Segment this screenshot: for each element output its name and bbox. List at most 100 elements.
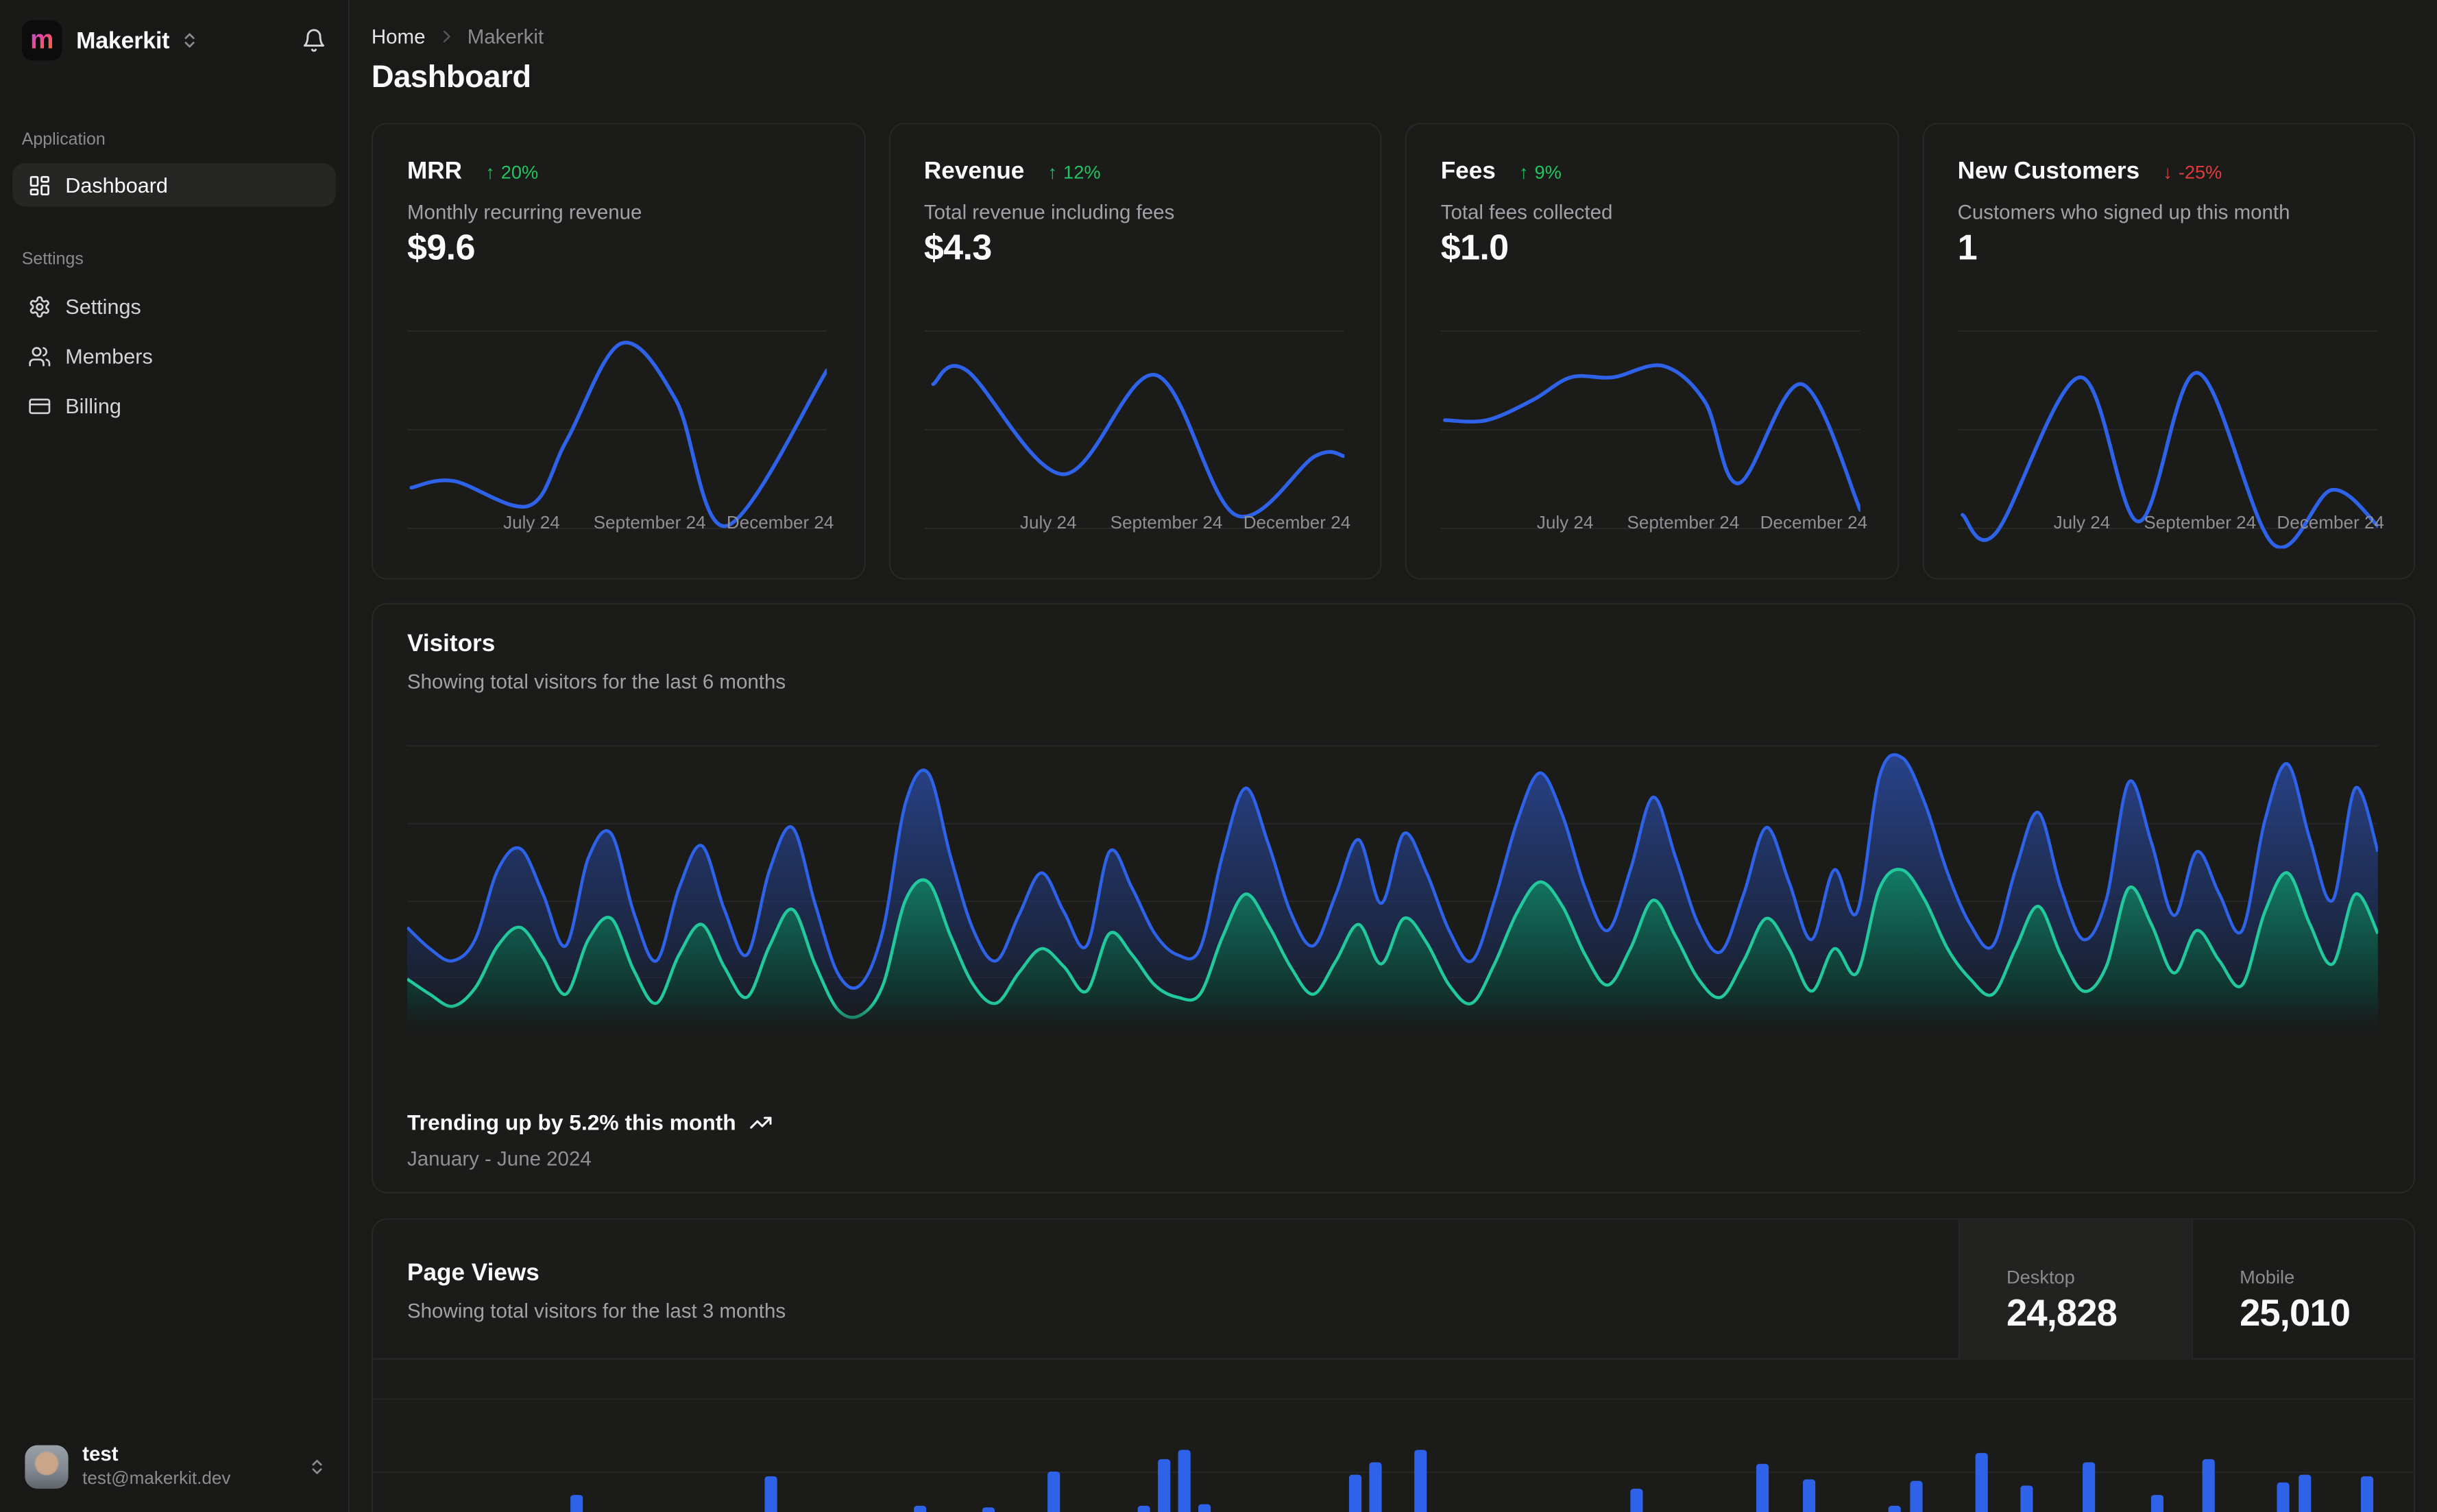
trend-badge: ↑ 20% (485, 161, 539, 184)
visitors-area-chart (407, 745, 2378, 1040)
sidebar-item-label: Members (65, 344, 153, 368)
stat-subtitle: Monthly recurring revenue (407, 200, 642, 224)
axis-tick: July 24 (1536, 514, 1594, 533)
segment-desktop[interactable]: Desktop 24,828 (1958, 1219, 2192, 1360)
bar (1137, 1505, 1150, 1512)
stat-title: Fees (1440, 158, 1496, 185)
page-views-title: Page Views (407, 1260, 539, 1287)
gear-icon (28, 295, 51, 318)
bar (982, 1507, 995, 1512)
chevron-right-icon (436, 27, 456, 47)
chevrons-up-down-icon (180, 31, 199, 49)
user-name: test (82, 1441, 119, 1465)
bar (2202, 1459, 2215, 1512)
axis-tick: September 24 (2144, 514, 2257, 533)
axis-tick: December 24 (2277, 514, 2384, 533)
visitors-card: Visitors Showing total visitors for the … (371, 602, 2416, 1194)
stat-cards-row: MRR ↑ 20% Monthly recurring revenue $9.6 … (371, 123, 2416, 580)
app-window: m Makerkit Application Dashboard Setting… (0, 0, 2437, 1512)
trend-badge: ↓ -25% (2163, 161, 2222, 184)
axis-tick: July 24 (2053, 514, 2111, 533)
sidebar-item-settings[interactable]: Settings (12, 284, 336, 328)
arrow-up-icon: ↑ (485, 161, 495, 184)
axis-tick: September 24 (593, 514, 706, 533)
bar (1047, 1472, 1060, 1512)
user-email: test@makerkit.dev (82, 1470, 231, 1489)
axis-tick: December 24 (1243, 514, 1351, 533)
sidebar-item-label: Billing (65, 393, 121, 417)
arrow-down-icon: ↓ (2163, 161, 2172, 184)
page-views-bar-chart (373, 1360, 2414, 1512)
stat-subtitle: Total revenue including fees (923, 200, 1175, 224)
visitors-subtitle: Showing total visitors for the last 6 mo… (407, 670, 786, 694)
bar (1369, 1462, 1382, 1512)
sidebar: m Makerkit Application Dashboard Setting… (0, 0, 350, 1512)
stat-title: New Customers (1957, 158, 2140, 185)
gridline (373, 1472, 2414, 1474)
stat-value: $1.0 (1440, 227, 1509, 267)
segment-label: Mobile (2240, 1266, 2295, 1289)
users-icon (28, 344, 51, 367)
stat-value: 1 (1957, 227, 1978, 267)
stat-card-new-customers: New Customers ↓ -25% Customers who signed… (1921, 123, 2416, 580)
visitors-title: Visitors (407, 631, 496, 658)
trend-summary: Trending up by 5.2% this month (407, 1109, 736, 1135)
makerkit-logo: m (21, 20, 62, 61)
axis-tick: July 24 (1019, 514, 1077, 533)
sidebar-nav: Application Dashboard Settings Settings (0, 62, 348, 428)
trend-badge: ↑ 9% (1518, 161, 1562, 184)
segment-value: 25,010 (2240, 1293, 2351, 1335)
breadcrumb: Home Makerkit (372, 0, 2415, 48)
bar (570, 1495, 583, 1512)
stat-value: $4.3 (923, 227, 992, 267)
page-views-card: Page Views Showing total visitors for th… (371, 1218, 2417, 1512)
user-menu[interactable]: test test@makerkit.dev (0, 1428, 348, 1512)
axis-tick: September 24 (1627, 514, 1740, 533)
bar (1910, 1480, 1923, 1512)
trending-up-icon (749, 1110, 772, 1134)
sidebar-item-label: Dashboard (65, 173, 168, 197)
bar (1198, 1504, 1211, 1512)
date-range: January - June 2024 (407, 1147, 592, 1171)
bar (914, 1505, 927, 1512)
page-title: Dashboard (371, 60, 531, 95)
breadcrumb-home[interactable]: Home (372, 25, 426, 48)
bar (1802, 1479, 1816, 1512)
bar (1756, 1463, 1769, 1512)
section-label-application: Application (21, 130, 106, 149)
axis-tick: September 24 (1110, 514, 1223, 533)
bar (2020, 1485, 2033, 1512)
bar (1158, 1459, 1171, 1512)
arrow-up-icon: ↑ (1518, 161, 1529, 184)
workspace-selector[interactable]: m Makerkit (21, 19, 326, 62)
trend-badge: ↑ 12% (1047, 161, 1101, 184)
segment-value: 24,828 (2006, 1293, 2118, 1335)
bar (2360, 1476, 2374, 1512)
stat-subtitle: Customers who signed up this month (1957, 200, 2290, 224)
bar (1888, 1505, 1901, 1512)
sidebar-item-dashboard[interactable]: Dashboard (12, 163, 336, 207)
sidebar-item-members[interactable]: Members (12, 334, 336, 377)
bar (2277, 1482, 2290, 1512)
segment-mobile[interactable]: Mobile 25,010 (2191, 1219, 2417, 1360)
workspace-name: Makerkit (76, 27, 170, 54)
dashboard-icon (28, 173, 51, 197)
chevrons-up-down-icon (308, 1457, 326, 1476)
stat-value: $9.6 (407, 227, 475, 267)
bar (2083, 1462, 2096, 1512)
bar (764, 1476, 777, 1512)
bar (1414, 1450, 1427, 1512)
breadcrumb-current: Makerkit (467, 25, 544, 49)
credit-card-icon (28, 394, 51, 417)
stat-title: MRR (407, 158, 463, 185)
sidebar-item-billing[interactable]: Billing (12, 384, 336, 427)
bar (1630, 1488, 1643, 1512)
page-views-header: Page Views Showing total visitors for th… (373, 1219, 2417, 1360)
stat-card-mrr: MRR ↑ 20% Monthly recurring revenue $9.6 … (371, 123, 865, 580)
bell-icon[interactable] (302, 28, 326, 53)
bar (1975, 1452, 1988, 1512)
sidebar-item-label: Settings (65, 294, 141, 318)
section-label-settings: Settings (21, 250, 84, 269)
gridline (373, 1398, 2414, 1400)
axis-tick: July 24 (503, 514, 560, 533)
